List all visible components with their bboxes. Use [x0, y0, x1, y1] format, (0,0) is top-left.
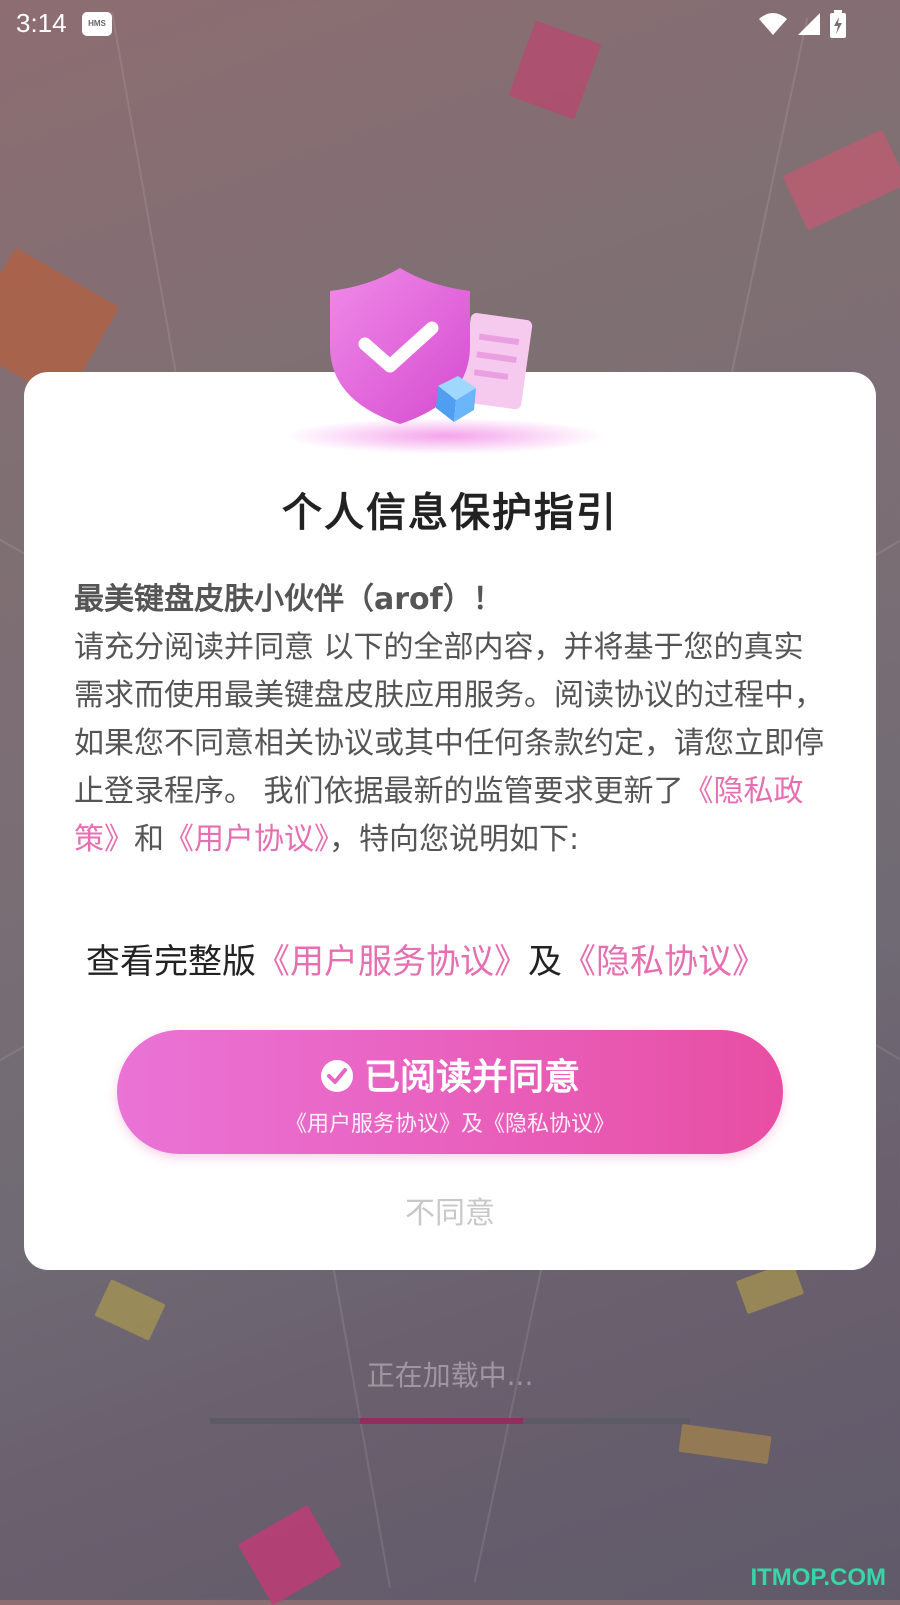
- agree-button[interactable]: 已阅读并同意 《用户服务协议》及《隐私协议》: [117, 1030, 783, 1154]
- signal-icon: [798, 13, 820, 35]
- dialog-title: 个人信息保护指引: [282, 490, 618, 536]
- loading-progress-fill: [360, 1418, 523, 1424]
- paragraph-end-text: ，特向您说明如下:: [329, 822, 580, 857]
- confetti: [678, 1423, 772, 1465]
- loading-progress-track: [210, 1418, 690, 1424]
- hms-badge: HMS: [82, 12, 112, 36]
- wifi-icon: [759, 13, 787, 35]
- shield-illustration: [285, 268, 605, 454]
- view-full-line: 查看完整版《用户服务协议》及《隐私协议》: [86, 934, 876, 983]
- loading-text: 正在加载中...: [366, 1359, 534, 1392]
- agree-button-main: 已阅读并同意: [117, 1048, 783, 1100]
- view-full-prefix: 查看完整版: [86, 942, 256, 982]
- battery-charging-icon: [830, 10, 846, 38]
- status-icons: [758, 10, 846, 38]
- watermark: ITMOP.COM: [750, 1564, 886, 1591]
- user-agreement-link[interactable]: 《用户协议》: [164, 822, 329, 857]
- status-time: 3:14: [16, 8, 67, 38]
- confetti: [94, 1279, 166, 1341]
- and-text: 和: [134, 822, 164, 857]
- greeting-text: 最美键盘皮肤小伙伴（arof）！: [74, 582, 503, 617]
- confetti: [237, 1504, 343, 1605]
- agree-button-label: 已阅读并同意: [363, 1057, 580, 1098]
- confetti: [782, 129, 900, 231]
- policy-paragraph: 请充分阅读并同意 以下的全部内容，并将基于您的真实需求而使用最美键盘皮肤应用服务…: [74, 624, 830, 864]
- check-circle-icon: [320, 1060, 353, 1092]
- status-bar: 3:14 HMS: [0, 0, 900, 48]
- and-text-2: 及: [528, 942, 562, 982]
- dialog-body: 最美键盘皮肤小伙伴（arof）！ 请充分阅读并同意 以下的全部内容，并将基于您的…: [74, 576, 830, 864]
- user-service-agreement-link[interactable]: 《用户服务协议》: [256, 942, 528, 982]
- privacy-agreement-link[interactable]: 《隐私协议》: [562, 942, 766, 982]
- disagree-button[interactable]: 不同意: [0, 1188, 900, 1232]
- agree-button-sublabel: 《用户服务协议》及《隐私协议》: [284, 1112, 615, 1137]
